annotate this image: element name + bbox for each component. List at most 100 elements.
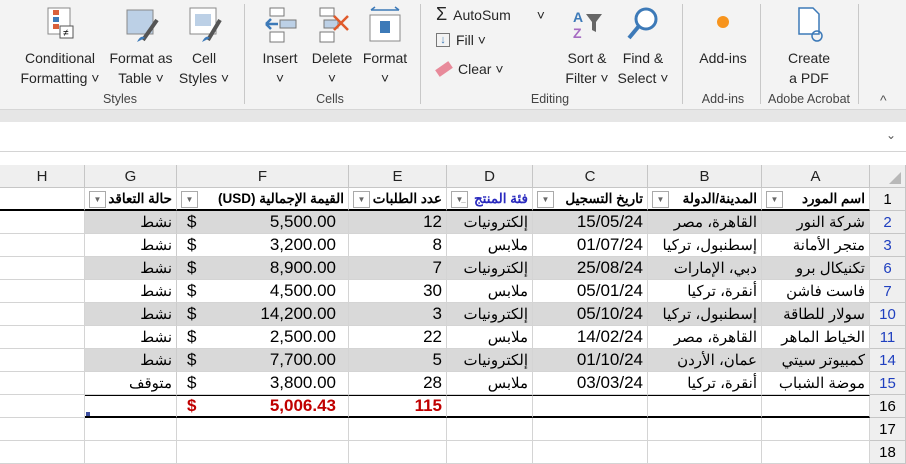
- cell-c2[interactable]: 15/05/24: [533, 211, 648, 234]
- column-header-b[interactable]: B: [648, 165, 762, 188]
- cell-b6[interactable]: دبي، الإمارات: [648, 257, 762, 280]
- cell-b18[interactable]: [648, 441, 762, 464]
- collapse-ribbon-icon[interactable]: ^: [880, 92, 887, 108]
- cell-b7[interactable]: أنقرة، تركيا: [648, 280, 762, 303]
- cell-g16[interactable]: [85, 395, 177, 418]
- row-header-16[interactable]: 16: [870, 395, 906, 418]
- column-header-e[interactable]: E: [349, 165, 447, 188]
- cell-h7[interactable]: [0, 280, 85, 303]
- cell-d18[interactable]: [447, 441, 533, 464]
- cell-d6[interactable]: إلكترونيات: [447, 257, 533, 280]
- cell-f14[interactable]: $7,700.00: [177, 349, 349, 372]
- cell-g15[interactable]: متوقف: [85, 372, 177, 395]
- cell-a6[interactable]: تكنيكال برو: [762, 257, 870, 280]
- cell-e11[interactable]: 22: [349, 326, 447, 349]
- cell-h18[interactable]: [0, 441, 85, 464]
- row-header-10[interactable]: 10: [870, 303, 906, 326]
- cell-h11[interactable]: [0, 326, 85, 349]
- header-cell-b[interactable]: المدينة/الدولة ▼: [648, 188, 762, 211]
- cell-a11[interactable]: الخياط الماهر: [762, 326, 870, 349]
- cell-d7[interactable]: ملابس: [447, 280, 533, 303]
- cell-e14[interactable]: 5: [349, 349, 447, 372]
- filter-dropdown-button[interactable]: ▼: [766, 191, 783, 208]
- cell-h2[interactable]: [0, 211, 85, 234]
- cell-a3[interactable]: متجر الأمانة: [762, 234, 870, 257]
- cell-a2[interactable]: شركة النور: [762, 211, 870, 234]
- cell-c17[interactable]: [533, 418, 648, 441]
- row-header-3[interactable]: 3: [870, 234, 906, 257]
- cell-e15[interactable]: 28: [349, 372, 447, 395]
- cell-g2[interactable]: نشط: [85, 211, 177, 234]
- cell-e18[interactable]: [349, 441, 447, 464]
- cell-a17[interactable]: [762, 418, 870, 441]
- cell-g18[interactable]: [85, 441, 177, 464]
- row-header-1[interactable]: 1: [870, 188, 906, 211]
- cell-a16[interactable]: [762, 395, 870, 418]
- header-cell-c[interactable]: تاريخ التسجيل ▼: [533, 188, 648, 211]
- cell-e10[interactable]: 3: [349, 303, 447, 326]
- cell-e6[interactable]: 7: [349, 257, 447, 280]
- row-header-17[interactable]: 17: [870, 418, 906, 441]
- cell-d2[interactable]: إلكترونيات: [447, 211, 533, 234]
- row-header-7[interactable]: 7: [870, 280, 906, 303]
- column-header-g[interactable]: G: [85, 165, 177, 188]
- cell-c14[interactable]: 01/10/24: [533, 349, 648, 372]
- column-header-d[interactable]: D: [447, 165, 533, 188]
- insert-button[interactable]: Insert ˅: [256, 6, 304, 88]
- cell-h14[interactable]: [0, 349, 85, 372]
- cell-c11[interactable]: 14/02/24: [533, 326, 648, 349]
- header-cell-d[interactable]: فئة المنتج ▼̲: [447, 188, 533, 211]
- cell-c16[interactable]: [533, 395, 648, 418]
- conditional-formatting-button[interactable]: ≠ Conditional Formatting ˅: [14, 6, 106, 88]
- cell-c10[interactable]: 05/10/24: [533, 303, 648, 326]
- cell-f17[interactable]: [177, 418, 349, 441]
- cell-b10[interactable]: إسطنبول، تركيا: [648, 303, 762, 326]
- cell-d15[interactable]: ملابس: [447, 372, 533, 395]
- filter-dropdown-button[interactable]: ▼: [353, 191, 370, 208]
- formula-bar[interactable]: ⌄: [0, 122, 906, 152]
- cell-b17[interactable]: [648, 418, 762, 441]
- row-header-6[interactable]: 6: [870, 257, 906, 280]
- cell-d11[interactable]: ملابس: [447, 326, 533, 349]
- cell-b16[interactable]: [648, 395, 762, 418]
- cell-d17[interactable]: [447, 418, 533, 441]
- row-header-2[interactable]: 2: [870, 211, 906, 234]
- spreadsheet-grid[interactable]: H G F E D C B A 1 حالة التعاقد ▼ (USD) القيمة الإجم…: [0, 165, 906, 464]
- cell-a10[interactable]: سولار للطاقة: [762, 303, 870, 326]
- cell-c6[interactable]: 25/08/24: [533, 257, 648, 280]
- cell-f7[interactable]: $4,500.00: [177, 280, 349, 303]
- filter-dropdown-button[interactable]: ▼: [89, 191, 106, 208]
- cell-f11[interactable]: $2,500.00: [177, 326, 349, 349]
- cell-g3[interactable]: نشط: [85, 234, 177, 257]
- column-header-f[interactable]: F: [177, 165, 349, 188]
- cell-e7[interactable]: 30: [349, 280, 447, 303]
- row-header-11[interactable]: 11: [870, 326, 906, 349]
- header-cell-g[interactable]: حالة التعاقد ▼: [85, 188, 177, 211]
- cell-h3[interactable]: [0, 234, 85, 257]
- expand-formula-bar-icon[interactable]: ⌄: [886, 128, 896, 142]
- cell-a15[interactable]: موضة الشباب: [762, 372, 870, 395]
- cell-a14[interactable]: كمبيوتر سيتي: [762, 349, 870, 372]
- cell-f18[interactable]: [177, 441, 349, 464]
- total-orders[interactable]: 115: [349, 395, 447, 418]
- format-button[interactable]: Format ˅: [358, 6, 412, 88]
- column-header-h[interactable]: H: [0, 165, 85, 188]
- cell-f10[interactable]: $14,200.00: [177, 303, 349, 326]
- cell-h6[interactable]: [0, 257, 85, 280]
- filter-dropdown-button[interactable]: ▼: [537, 191, 554, 208]
- create-pdf-button[interactable]: Create a PDF: [770, 6, 848, 88]
- cell-a7[interactable]: فاست فاشن: [762, 280, 870, 303]
- cell-f2[interactable]: $5,500.00: [177, 211, 349, 234]
- cell-styles-button[interactable]: Cell Styles ˅: [176, 6, 232, 88]
- cell-b2[interactable]: القاهرة، مصر: [648, 211, 762, 234]
- cell-f6[interactable]: $8,900.00: [177, 257, 349, 280]
- autosum-button[interactable]: Σ AutoSum ˅: [436, 4, 545, 25]
- cell-h16[interactable]: [0, 395, 85, 418]
- select-all-corner[interactable]: [870, 165, 906, 188]
- cell-d3[interactable]: ملابس: [447, 234, 533, 257]
- format-as-table-button[interactable]: Format as Table ˅: [106, 6, 176, 88]
- sort-filter-button[interactable]: AZ Sort & Filter ˅: [560, 6, 614, 88]
- filter-dropdown-button[interactable]: ▼: [652, 191, 669, 208]
- cell-c3[interactable]: 01/07/24: [533, 234, 648, 257]
- cell-b3[interactable]: إسطنبول، تركيا: [648, 234, 762, 257]
